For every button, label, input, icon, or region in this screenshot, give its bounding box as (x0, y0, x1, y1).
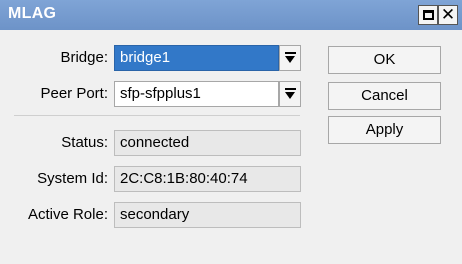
apply-button[interactable]: Apply (328, 116, 441, 144)
peer-port-label: Peer Port: (40, 85, 108, 102)
active-role-field: secondary (114, 202, 301, 228)
ok-button[interactable]: OK (328, 46, 441, 74)
status-label: Status: (61, 134, 108, 151)
cancel-button[interactable]: Cancel (328, 82, 441, 110)
separator (14, 115, 300, 116)
peer-port-dropdown-button[interactable] (279, 81, 301, 107)
dropdown-arrow-icon (285, 52, 296, 64)
title-bar[interactable]: MLAG ✕ (0, 0, 462, 30)
restore-icon (422, 10, 434, 20)
system-id-field: 2C:C8:1B:80:40:74 (114, 166, 301, 192)
peer-port-select[interactable]: sfp-sfpplus1 (114, 81, 279, 107)
dropdown-arrow-icon (285, 88, 296, 100)
mlag-window: MLAG ✕ Bridge: bridge1 Peer Port: sfp-sf… (0, 0, 462, 264)
close-icon: ✕ (440, 5, 456, 25)
system-id-label: System Id: (37, 170, 108, 187)
bridge-label: Bridge: (60, 49, 108, 66)
active-role-label: Active Role: (27, 206, 108, 223)
bridge-dropdown-button[interactable] (279, 45, 301, 71)
status-field: connected (114, 130, 301, 156)
window-title: MLAG (8, 5, 57, 22)
close-button[interactable]: ✕ (438, 5, 458, 25)
bridge-select[interactable]: bridge1 (114, 45, 279, 71)
restore-button[interactable] (418, 5, 438, 25)
